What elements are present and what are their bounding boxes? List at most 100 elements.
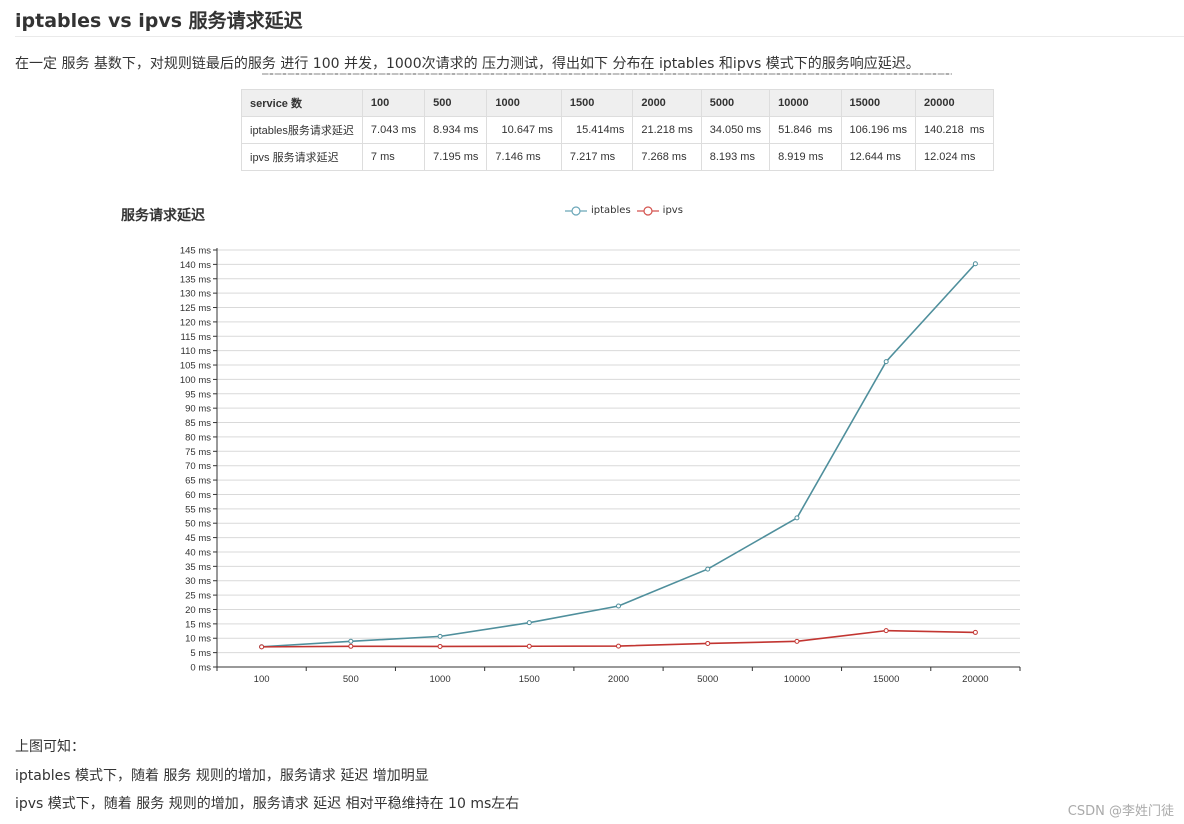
x-tick-label: 5000 bbox=[697, 674, 718, 685]
data-point-ipvs bbox=[348, 643, 354, 649]
y-tick-label: 110 ms bbox=[181, 346, 212, 357]
table-cell: 7.146 ms bbox=[486, 143, 562, 171]
data-point-iptables bbox=[526, 620, 532, 626]
x-tick-label: 1500 bbox=[519, 674, 540, 685]
y-tick-label: 40 ms bbox=[185, 547, 211, 558]
y-tick-label: 10 ms bbox=[185, 634, 211, 645]
table-cell: 106.196 ms bbox=[840, 116, 916, 144]
x-tick-label: 10000 bbox=[784, 674, 810, 685]
heading-divider bbox=[15, 36, 1184, 37]
x-tick-label: 1000 bbox=[429, 674, 450, 685]
y-tick-label: 95 ms bbox=[185, 389, 211, 400]
table-header-cell: 500 bbox=[424, 89, 488, 117]
y-tick-label: 100 ms bbox=[180, 375, 211, 386]
table-cell: 15.414ms bbox=[560, 116, 634, 144]
y-tick-label: 135 ms bbox=[180, 274, 211, 285]
table-cell: 10.647 ms bbox=[486, 116, 562, 144]
y-tick-label: 20 ms bbox=[185, 605, 211, 616]
y-tick-label: 85 ms bbox=[185, 418, 211, 429]
table-row: ipvs 服务请求延迟 7 ms 7.195 ms 7.146 ms 7.217 ms 7… bbox=[241, 143, 994, 171]
latency-line-chart: 0 ms 5 ms 10 ms 15 ms 20 ms 25 ms 30 ms 35 ms 40… bbox=[180, 246, 1021, 685]
table-header-cell: 1500 bbox=[560, 89, 634, 117]
y-tick-label: 55 ms bbox=[185, 504, 211, 515]
latency-table: service 数 100 500 1000 1500 2000 5000 10000 1500… bbox=[241, 89, 994, 171]
y-tick-label: 25 ms bbox=[185, 591, 211, 602]
data-point-ipvs bbox=[616, 643, 621, 649]
table-header-label: service 数 bbox=[241, 89, 363, 117]
data-point-iptables bbox=[437, 633, 443, 639]
watermark: CSDN @李姓门徒 bbox=[1067, 804, 1174, 819]
table-cell: 8.934 ms bbox=[424, 116, 488, 144]
data-point-ipvs bbox=[526, 643, 532, 649]
table-cell: 7.268 ms bbox=[632, 143, 702, 171]
data-point-ipvs bbox=[259, 644, 265, 650]
table-row: iptables服务请求延迟 7.043 ms 8.934 ms 10.647 ms… bbox=[241, 116, 994, 144]
row-label: ipvs 服务请求延迟 bbox=[241, 143, 363, 171]
table-cell: 7 ms bbox=[361, 143, 426, 171]
data-point-ipvs bbox=[705, 640, 711, 646]
table-cell: 7.043 ms bbox=[361, 116, 426, 144]
x-tick-label: 2000 bbox=[608, 674, 629, 685]
table-cell: 51.846 ms bbox=[769, 116, 842, 144]
conclusion-lead: 上图可知： bbox=[15, 739, 85, 755]
y-tick-label: 35 ms bbox=[185, 562, 211, 573]
x-tick-label: 500 bbox=[343, 674, 359, 685]
x-tick-label: 100 bbox=[254, 674, 270, 685]
table-cell: 7.217 ms bbox=[560, 143, 634, 171]
table-header-cell: 100 bbox=[361, 89, 426, 117]
table-cell: 8.193 ms bbox=[700, 143, 771, 171]
y-tick-label: 105 ms bbox=[180, 361, 211, 372]
table-cell: 21.218 ms bbox=[632, 116, 702, 144]
table-header-row: service 数 100 500 1000 1500 2000 5000 10000 1500… bbox=[241, 89, 994, 117]
y-tick-label: 0 ms bbox=[190, 663, 211, 674]
table-header-cell: 20000 bbox=[914, 89, 994, 117]
table-cell: 12.644 ms bbox=[840, 143, 916, 171]
y-tick-label: 140 ms bbox=[180, 260, 211, 271]
y-tick-label: 70 ms bbox=[185, 461, 211, 472]
table-cell: 7.195 ms bbox=[424, 143, 488, 171]
x-tick-label: 20000 bbox=[962, 674, 988, 685]
table-cell: 12.024 ms bbox=[914, 143, 994, 171]
y-tick-label: 120 ms bbox=[180, 317, 211, 328]
data-point-iptables bbox=[972, 261, 978, 267]
y-tick-label: 90 ms bbox=[185, 404, 211, 415]
data-point-iptables bbox=[883, 359, 889, 365]
table-header-cell: 10000 bbox=[769, 89, 842, 117]
data-point-iptables bbox=[616, 603, 621, 609]
table-cell: 34.050 ms bbox=[700, 116, 771, 144]
conclusion-iptables: iptables 模式下，随着 服务 规则的增加，服务请求 延迟 增加明显 bbox=[15, 768, 429, 784]
page-heading: iptables vs ipvs 服务请求延迟 bbox=[15, 10, 303, 32]
conclusion-ipvs: ipvs 模式下，随着 服务 规则的增加，服务请求 延迟 相对平稳维持在 10 … bbox=[15, 796, 520, 812]
x-tick-label: 15000 bbox=[873, 674, 899, 685]
data-point-ipvs bbox=[972, 629, 978, 635]
table-cell: 8.919 ms bbox=[769, 143, 842, 171]
y-tick-label: 65 ms bbox=[185, 476, 211, 487]
data-point-iptables bbox=[794, 515, 800, 521]
y-tick-label: 60 ms bbox=[185, 490, 211, 501]
intro-paragraph: 在一定 服务 基数下，对规则链最后的服务 进行 100 并发，1000次请求的 … bbox=[15, 56, 920, 72]
data-point-iptables bbox=[705, 566, 711, 572]
y-tick-label: 145 ms bbox=[180, 246, 211, 257]
y-tick-label: 15 ms bbox=[185, 619, 211, 630]
table-header-cell: 2000 bbox=[632, 89, 702, 117]
data-point-iptables bbox=[348, 638, 354, 644]
table-cell: 140.218 ms bbox=[914, 116, 994, 144]
y-tick-label: 130 ms bbox=[180, 289, 211, 300]
y-tick-label: 50 ms bbox=[185, 519, 211, 530]
y-tick-label: 125 ms bbox=[180, 303, 211, 314]
table-header-cell: 5000 bbox=[700, 89, 771, 117]
table-header-cell: 1000 bbox=[486, 89, 562, 117]
y-tick-label: 75 ms bbox=[185, 447, 211, 458]
table-header-cell: 15000 bbox=[840, 89, 916, 117]
series-line-iptables bbox=[261, 263, 976, 648]
y-tick-label: 30 ms bbox=[185, 576, 211, 587]
data-point-ipvs bbox=[794, 638, 800, 644]
y-tick-label: 80 ms bbox=[185, 432, 211, 443]
row-label: iptables服务请求延迟 bbox=[241, 116, 363, 144]
data-point-ipvs bbox=[883, 628, 889, 634]
data-point-ipvs bbox=[437, 643, 443, 649]
y-tick-label: 45 ms bbox=[185, 533, 211, 544]
overlapped-caption-remnant bbox=[262, 71, 952, 77]
y-tick-label: 5 ms bbox=[190, 648, 211, 659]
y-tick-label: 115 ms bbox=[181, 332, 212, 343]
